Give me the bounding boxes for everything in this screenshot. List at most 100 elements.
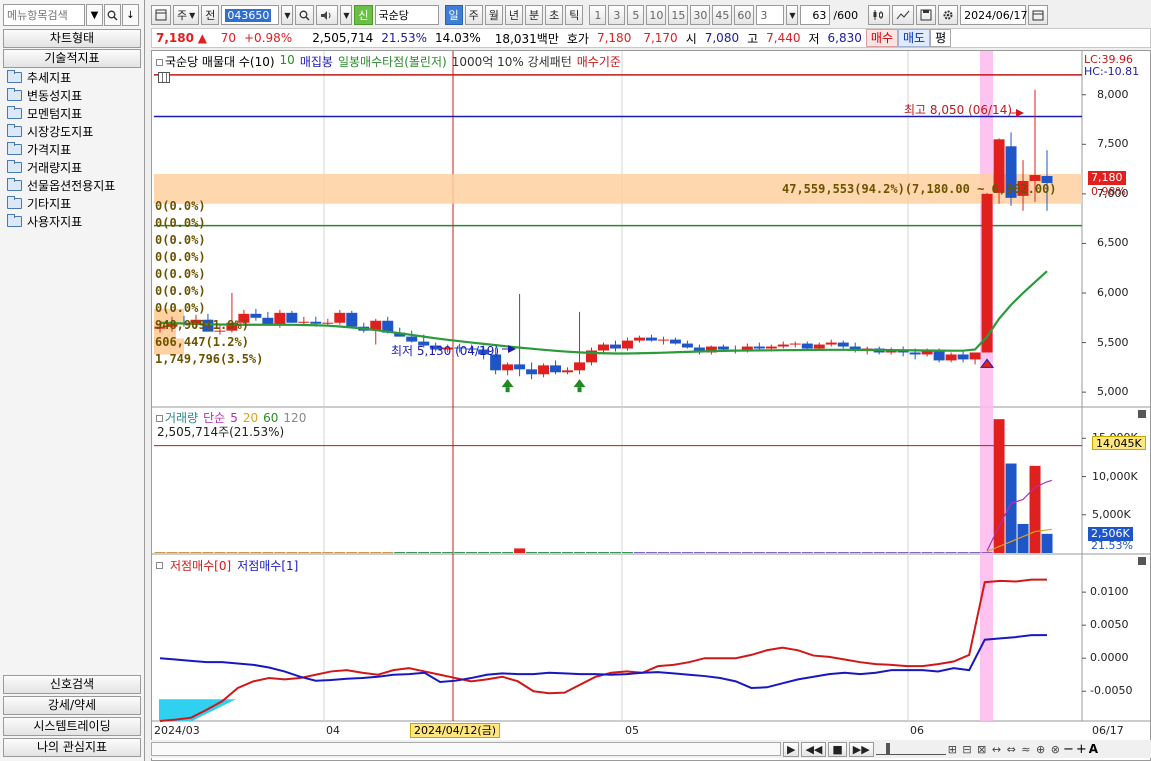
bar-count-input[interactable]: 63 [800,5,831,25]
tree-item[interactable]: 거래량지표 [3,158,141,176]
chart-type-header[interactable]: 차트형태 [3,29,141,48]
interval-button[interactable]: 1 [589,5,607,25]
chart-area[interactable]: 국순당 매물대 수(10) 10 매집봉 일봉매수타점(볼린저) 1000억 10% … [151,50,1151,761]
interval-button[interactable]: 10 [646,5,667,25]
volume-bar [250,552,262,553]
grid-icon[interactable] [158,72,170,83]
dropdown-arrow-icon[interactable]: ▼ [86,4,103,26]
volume-bar [466,552,478,553]
price-pane-close-icon[interactable] [1138,410,1146,418]
sound-icon[interactable] [316,5,339,25]
volume-bar [346,552,358,553]
compare-icon[interactable] [892,5,915,25]
search-icon[interactable] [104,4,121,26]
code-dropdown-icon[interactable]: ▼ [281,5,294,25]
volume-bar [645,552,657,553]
period-tab[interactable]: 일 [444,5,463,25]
tool-icons[interactable]: ⊞ ⊟ ⊠ ↔ ⇔ ≈ ⊕ ⊗ [948,743,1061,756]
tree-item[interactable]: 선물옵션전용지표 [3,176,141,194]
price-legend-item[interactable]: 일봉매수타점(볼린저) [338,53,447,70]
interval-button[interactable]: 30 [690,5,711,25]
tree-item-label: 사용자지표 [27,214,83,229]
period-tab[interactable]: 틱 [565,5,584,25]
signal-search-button[interactable]: 신호검색 [3,675,141,694]
rewind-icon[interactable]: ◀◀ [801,741,827,757]
zoom-in-icon[interactable]: + [1076,742,1087,757]
price-legend-item[interactable]: 매수기준 [577,53,621,70]
price-legend-item[interactable]: 1000억 10% 강세패턴 [452,53,572,70]
volume-tick-label: 10,000K [1092,469,1138,483]
candle-body [969,352,981,360]
interval-button[interactable]: 15 [668,5,689,25]
tree-item[interactable]: 변동성지표 [3,86,141,104]
tree-item-label: 시장강도지표 [27,124,94,139]
price-legend-item[interactable]: 매집봉 [300,53,333,70]
stock-code-input[interactable]: 043650 [221,5,280,25]
period-tab[interactable]: 월 [484,5,503,25]
chart-canvas[interactable] [152,51,1150,760]
buy-button[interactable]: 매수 [865,29,898,47]
volume-bar [166,552,178,553]
tree-item[interactable]: 사용자지표 [3,212,141,230]
volume-bar [945,552,957,553]
date-input[interactable]: 2024/06/17 [960,5,1028,25]
sound-dropdown-icon[interactable]: ▼ [340,5,353,25]
interval-button[interactable]: 45 [712,5,733,25]
interval-button[interactable]: 3 [608,5,626,25]
tree-item[interactable]: 기타지표 [3,194,141,212]
volume-legend-period[interactable]: 120 [283,411,306,425]
volume-bar [909,552,921,553]
period-tab[interactable]: 주 [464,5,483,25]
down-arrow-icon[interactable]: ↓ [122,4,139,26]
save-icon[interactable] [916,5,937,25]
interval-input[interactable]: 3 [756,5,785,25]
search-stock-icon[interactable] [295,5,315,25]
system-trading-button[interactable]: 시스템트레이딩 [3,717,141,736]
zoom-out-icon[interactable]: − [1063,742,1074,757]
volume-pct-tag: 21.53% [1091,539,1133,552]
indicator-header[interactable]: 기술적지표 [3,49,141,68]
price-legend-title[interactable]: 국순당 매물대 수(10) [156,53,275,70]
price-legend-item[interactable]: 10 [280,53,295,70]
market-selector[interactable]: 주 ▼ [173,5,200,25]
volume-profile-note: 47,559,553(94.2%)(7,180.00 ~ 6,902.00) [782,182,1057,196]
osc-legend-item[interactable]: 저점매수[0] [170,557,231,574]
font-size-icon[interactable]: A [1089,742,1098,756]
volume-bar [370,552,382,553]
calendar-icon[interactable] [1028,5,1049,25]
period-tab[interactable]: 분 [525,5,544,25]
my-indicators-button[interactable]: 나의 관심지표 [3,738,141,757]
sell-button[interactable]: 매도 [898,29,931,47]
tree-item[interactable]: 시장강도지표 [3,122,141,140]
tree-item[interactable]: 추세지표 [3,68,141,86]
tree-item-label: 추세지표 [27,70,72,85]
interval-buttons: 1 3 5 10 15 30 45 60 [589,5,755,25]
tree-item-label: 변동성지표 [27,88,83,103]
eval-button[interactable]: 평 [930,29,952,47]
play-icon[interactable]: ▶ [783,741,800,757]
interval-button[interactable]: 5 [627,5,645,25]
stock-name-field[interactable]: 국순당 [374,5,439,25]
fast-forward-icon[interactable]: ▶▶ [848,741,874,757]
bull-bear-button[interactable]: 강세/약세 [3,696,141,715]
layout-icon[interactable] [151,5,171,25]
scroll-track[interactable] [151,742,781,756]
interval-button[interactable]: 60 [734,5,755,25]
candle-body [981,193,993,353]
candle-body [633,337,645,341]
zoom-slider[interactable] [875,743,946,755]
menu-search-input[interactable] [3,4,85,26]
chart-style-icon[interactable] [868,5,891,25]
osc-pane-close-icon[interactable] [1138,557,1146,565]
osc-legend-item[interactable]: 저점매수[1] [237,557,298,574]
prev-button[interactable]: 전 [201,5,220,25]
gear-icon[interactable] [938,5,959,25]
tree-item[interactable]: 모멘텀지표 [3,104,141,122]
volume-bar [933,552,945,553]
interval-dropdown-icon[interactable]: ▼ [786,5,799,25]
tree-item[interactable]: 가격지표 [3,140,141,158]
stop-icon[interactable]: ■ [828,741,847,757]
period-tab[interactable]: 초 [545,5,564,25]
period-tab[interactable]: 년 [504,5,524,25]
volume-bar [190,552,202,553]
